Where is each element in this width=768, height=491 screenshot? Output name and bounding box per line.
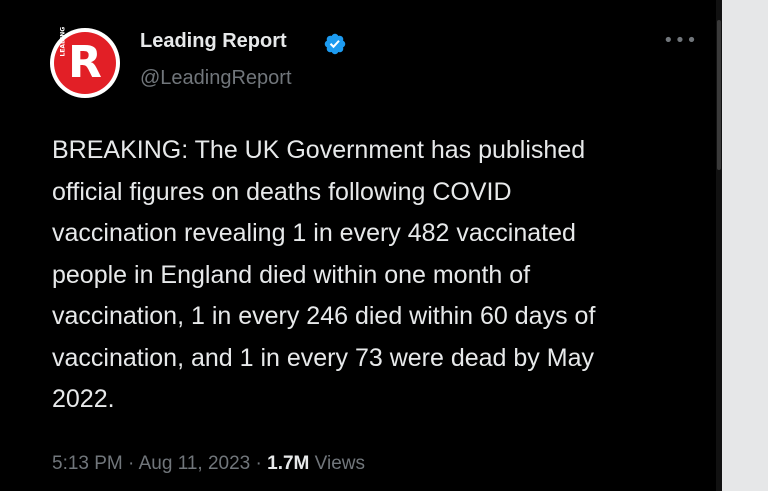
views-label: Views <box>309 453 366 474</box>
tweet-card: R LEADING Leading Report @LeadingReport … <box>0 0 722 491</box>
verified-badge-icon <box>324 33 346 55</box>
tweet-date[interactable]: Aug 11, 2023 <box>139 453 251 474</box>
tweet-time[interactable]: 5:13 PM <box>52 453 123 474</box>
scrollbar-thumb[interactable] <box>717 20 721 170</box>
meta-separator-2: · <box>250 453 268 474</box>
avatar-letter: R <box>68 37 102 88</box>
more-options-icon[interactable]: ••• <box>663 32 697 50</box>
account-handle[interactable]: @LeadingReport <box>140 67 292 90</box>
avatar-sub-label: LEADING <box>59 26 67 57</box>
views-count[interactable]: 1.7M <box>267 453 309 474</box>
meta-separator-1: · <box>122 453 139 474</box>
tweet-meta: 5:13 PM · Aug 11, 2023 · 1.7M Views <box>52 453 365 475</box>
display-name[interactable]: Leading Report <box>140 30 287 53</box>
side-panel <box>722 0 768 491</box>
tweet-text: BREAKING: The UK Government has publishe… <box>52 136 596 413</box>
avatar[interactable]: R LEADING <box>50 26 120 98</box>
